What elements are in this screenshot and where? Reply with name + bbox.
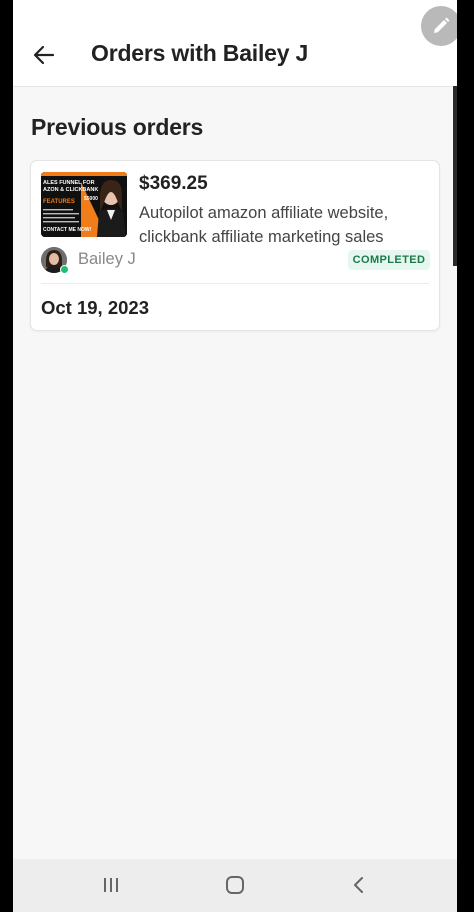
- thumb-text-2: AZON & CLICKBANK: [43, 187, 99, 193]
- scroll-indicator: [453, 86, 457, 266]
- order-price: $369.25: [139, 173, 208, 194]
- home-button[interactable]: [221, 873, 249, 897]
- online-status-dot: [60, 265, 69, 274]
- card-divider: [41, 283, 429, 284]
- page-title: Orders with Bailey J: [91, 40, 309, 66]
- section-title: Previous orders: [31, 114, 204, 140]
- thumb-text-4: CONTACT ME NOW!: [43, 227, 92, 233]
- thumb-text-3: FEATURES: [43, 199, 75, 205]
- seller-avatar[interactable]: [41, 247, 69, 274]
- arrow-left-icon: [33, 45, 55, 65]
- back-chevron-icon: [354, 877, 363, 893]
- system-back-button[interactable]: [345, 873, 373, 897]
- order-description: Autopilot amazon affiliate website, clic…: [139, 204, 389, 246]
- back-button[interactable]: [31, 40, 57, 70]
- app-screen: Orders with Bailey J Previous orders ALE…: [13, 0, 457, 912]
- recents-icon: [104, 878, 118, 892]
- gig-thumbnail: ALES FUNNEL FOR AZON & CLICKBANK FEATURE…: [41, 172, 127, 237]
- recents-button[interactable]: [97, 873, 125, 897]
- order-card[interactable]: ALES FUNNEL FOR AZON & CLICKBANK FEATURE…: [30, 160, 440, 331]
- pencil-icon: [434, 17, 450, 33]
- thumb-badge: $5000: [84, 196, 98, 202]
- home-icon: [226, 876, 244, 894]
- order-date: Oct 19, 2023: [41, 297, 149, 318]
- edit-button[interactable]: [421, 6, 457, 46]
- system-navigation-bar: [13, 859, 457, 912]
- status-badge: COMPLETED: [348, 250, 430, 270]
- app-header: Orders with Bailey J: [13, 0, 457, 87]
- thumb-text-1: ALES FUNNEL FOR: [43, 180, 95, 186]
- seller-name[interactable]: Bailey J: [78, 250, 136, 269]
